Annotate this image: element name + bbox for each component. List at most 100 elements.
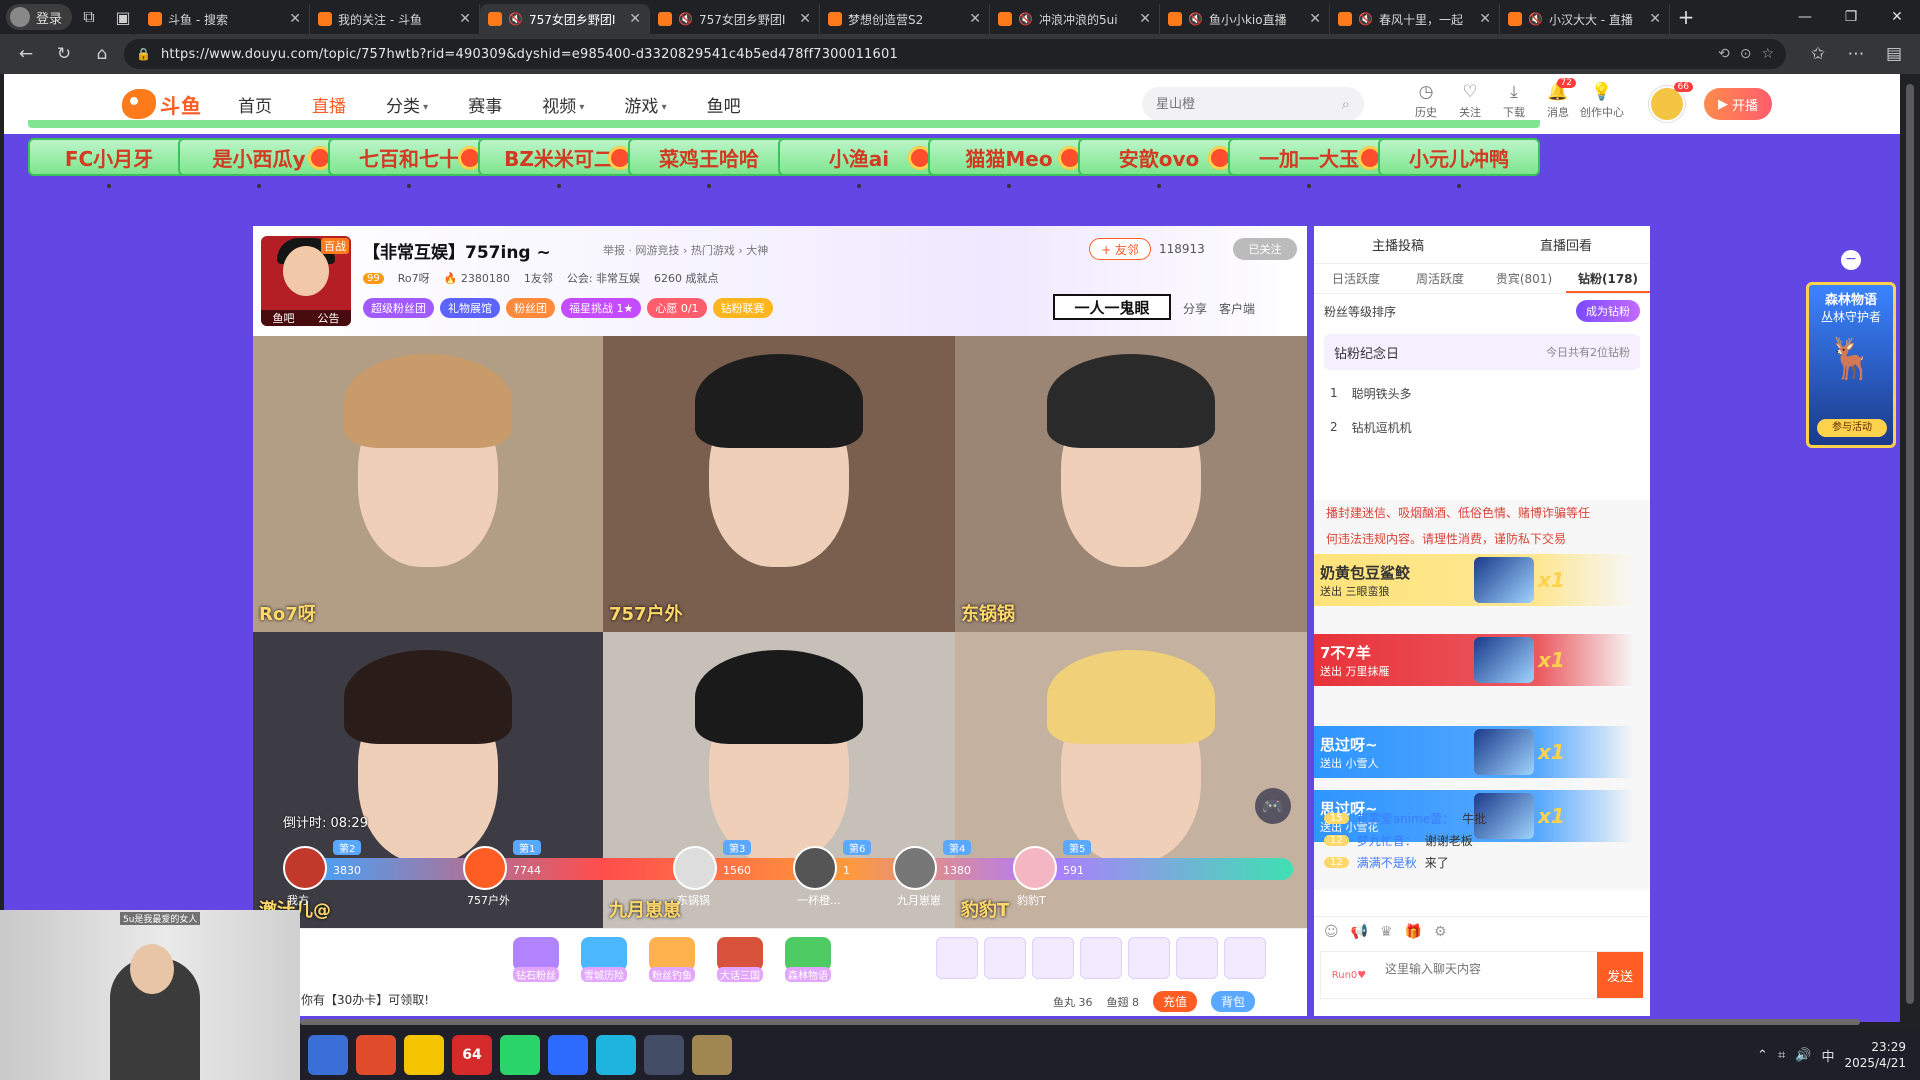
- browser-tab[interactable]: 🔇 小汉大大 - 直播 ✕: [1500, 4, 1671, 34]
- search-box[interactable]: ⌕: [1142, 87, 1364, 121]
- gift-item-icon[interactable]: [1080, 937, 1122, 979]
- collections-icon[interactable]: ⧉: [72, 0, 106, 34]
- pk-participant[interactable]: 第5 591 豹豹T: [1013, 838, 1133, 907]
- streamer-card[interactable]: 小元儿冲鸭: [1378, 138, 1540, 176]
- announcement-link[interactable]: 公告: [318, 310, 340, 326]
- browser-tab[interactable]: 🔇 757女团乡野团I ✕: [650, 4, 821, 34]
- browser-tab[interactable]: 斗鱼 - 搜索 ✕: [140, 4, 311, 34]
- share-button[interactable]: 分享: [1183, 300, 1207, 317]
- streamer-card[interactable]: 七百和七十: [328, 138, 490, 176]
- back-icon[interactable]: ←: [10, 38, 42, 70]
- home-icon[interactable]: ⌂: [86, 38, 118, 70]
- page-scrollbar[interactable]: [1900, 74, 1920, 1022]
- close-tab-icon[interactable]: ✕: [799, 11, 811, 27]
- favorites-icon[interactable]: ✩: [1802, 38, 1834, 70]
- header-tool[interactable]: 💡 创作中心: [1580, 82, 1624, 120]
- sidebar-icon[interactable]: ▤: [1878, 38, 1910, 70]
- streamer-card[interactable]: 猫猫Meo: [928, 138, 1090, 176]
- anchor-name[interactable]: Ro7呀: [398, 270, 430, 286]
- backpack-button[interactable]: 背包: [1211, 991, 1256, 1012]
- gamepad-icon[interactable]: 🎮: [1255, 788, 1291, 824]
- activity-gift[interactable]: 雪城历险: [575, 937, 633, 982]
- close-tab-icon[interactable]: ✕: [969, 11, 981, 27]
- h-scroll-thumb[interactable]: [300, 1019, 1860, 1025]
- taskbar-app-icon[interactable]: [308, 1035, 348, 1075]
- streamer-card[interactable]: 菜鸡王哈哈: [628, 138, 790, 176]
- gift-banner[interactable]: 7不7羊 送出 万里抹雁 x1: [1314, 634, 1634, 686]
- refresh-icon[interactable]: ↻: [48, 38, 80, 70]
- muted-speaker-icon[interactable]: 🔇: [1188, 12, 1203, 26]
- taskbar-app-icon[interactable]: [644, 1035, 684, 1075]
- free-card-notice[interactable]: 你有【30办卡】可领取!: [301, 991, 429, 1008]
- browser-tab[interactable]: 🔇 鱼小小kio直播 ✕: [1160, 4, 1331, 34]
- activity-gift[interactable]: 粉丝钓鱼: [643, 937, 701, 982]
- header-tool[interactable]: ◷ 历史: [1404, 82, 1448, 120]
- chat-message[interactable]: 15 夜雾爱anime蕾： 牛批: [1324, 810, 1486, 827]
- activity-gift[interactable]: 森林物语: [779, 937, 837, 982]
- gift-item-icon[interactable]: [1032, 937, 1074, 979]
- url-field[interactable]: 🔒 https://www.douyu.com/topic/757hwtb?ri…: [124, 39, 1786, 69]
- muted-speaker-icon[interactable]: 🔇: [678, 12, 693, 26]
- horizontal-scrollbar[interactable]: [300, 1018, 1900, 1026]
- taskbar-app-icon[interactable]: [356, 1035, 396, 1075]
- close-tab-icon[interactable]: ✕: [1649, 11, 1661, 27]
- horn-icon[interactable]: 📢: [1351, 924, 1368, 940]
- close-tab-icon[interactable]: ✕: [1139, 11, 1151, 27]
- network-icon[interactable]: ⌗: [1778, 1048, 1785, 1063]
- room-pill[interactable]: 福星挑战 1★: [561, 298, 642, 318]
- gift-banner[interactable]: 奶黄包豆鲨鲛 送出 三眼蛮狼 x1: [1314, 554, 1634, 606]
- volume-icon[interactable]: 🔊: [1795, 1048, 1811, 1063]
- chat-tab[interactable]: 钻粉(178): [1566, 264, 1650, 293]
- game-logo[interactable]: 一人一鬼眼: [1053, 294, 1171, 320]
- muted-speaker-icon[interactable]: 🔇: [1018, 12, 1033, 26]
- chevron-up-icon[interactable]: ⌃: [1757, 1048, 1768, 1063]
- nav-item[interactable]: 直播: [292, 92, 366, 117]
- side-activity-ad[interactable]: 森林物语 丛林守护者 🦌 参与活动: [1806, 282, 1896, 448]
- fan-badge[interactable]: Run0♥: [1321, 952, 1377, 998]
- streamer-card[interactable]: 安歆ovo: [1078, 138, 1240, 176]
- start-live-button[interactable]: ▶ 开播: [1704, 88, 1772, 120]
- chat-tab[interactable]: 周活跃度: [1398, 264, 1482, 293]
- nav-item[interactable]: 首页: [218, 92, 292, 117]
- browser-tab[interactable]: 🔇 冲浪冲浪的5ui ✕: [990, 4, 1161, 34]
- rank-row[interactable]: 2 钻机逗机机: [1314, 410, 1650, 444]
- activity-gift[interactable]: 钻石粉丝: [507, 937, 565, 982]
- scroll-thumb[interactable]: [1906, 84, 1914, 1004]
- search-icon[interactable]: ⌕: [1342, 95, 1350, 113]
- new-tab-button[interactable]: +: [1670, 5, 1702, 29]
- favorite-star-icon[interactable]: ☆: [1761, 46, 1774, 62]
- video-tile[interactable]: 东锅锅: [955, 336, 1307, 632]
- pk-participant[interactable]: 第1 7744 757户外: [463, 838, 583, 907]
- gift-mini-icon[interactable]: 🎁: [1405, 924, 1422, 940]
- followed-button[interactable]: 已关注: [1233, 238, 1297, 260]
- nav-item[interactable]: 赛事: [448, 92, 522, 117]
- header-tool[interactable]: ⤓ 下载: [1492, 82, 1536, 120]
- muted-speaker-icon[interactable]: 🔇: [508, 12, 523, 26]
- room-pill[interactable]: 超级粉丝团: [363, 298, 434, 318]
- streamer-card[interactable]: 是小西瓜y: [178, 138, 340, 176]
- minimize-icon[interactable]: —: [1782, 9, 1828, 25]
- translate-icon[interactable]: ⟲: [1718, 46, 1730, 62]
- reader-icon[interactable]: ⊙: [1740, 46, 1752, 62]
- streamer-card[interactable]: FC小月牙: [28, 138, 190, 176]
- close-tab-icon[interactable]: ✕: [459, 11, 471, 27]
- video-tile[interactable]: Ro7呀: [253, 336, 603, 632]
- activity-gift[interactable]: 大话三国: [711, 937, 769, 982]
- rank-row[interactable]: 1 聪明铁头多: [1314, 376, 1650, 410]
- close-tab-icon[interactable]: ✕: [289, 11, 301, 27]
- browser-tab[interactable]: 梦想创造营S2 ✕: [820, 4, 991, 34]
- gift-banner[interactable]: 思过呀~ 送出 小雪人 x1: [1314, 726, 1634, 778]
- taskbar-app-icon[interactable]: [692, 1035, 732, 1075]
- diamond-memorial[interactable]: 钻粉纪念日 今日共有2位钻粉: [1324, 334, 1640, 370]
- replay-link[interactable]: 直播回看: [1540, 235, 1592, 254]
- nav-item[interactable]: 鱼吧: [687, 92, 761, 117]
- pk-participant[interactable]: 第4 1380 九月崽崽: [893, 838, 1013, 907]
- settings-icon[interactable]: ⚙: [1434, 924, 1447, 940]
- guild-name[interactable]: 公会: 非常互娱: [567, 270, 640, 286]
- chat-input[interactable]: [1377, 952, 1597, 998]
- friends-count[interactable]: 1友邻: [524, 270, 553, 286]
- user-avatar[interactable]: 66: [1649, 82, 1693, 122]
- recharge-button[interactable]: 充值: [1153, 991, 1198, 1012]
- room-pill[interactable]: 心愿 0/1: [647, 298, 707, 318]
- chat-username[interactable]: 夜雾爱anime蕾：: [1357, 810, 1454, 827]
